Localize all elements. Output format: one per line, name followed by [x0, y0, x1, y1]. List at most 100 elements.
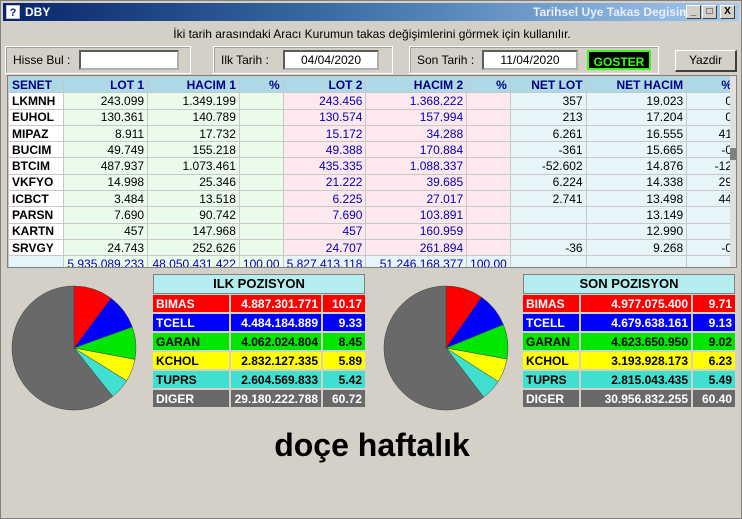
search-label: Hisse Bul :: [13, 53, 71, 67]
grid-cell: 7.690: [282, 206, 367, 224]
table-row[interactable]: LKMNH 243.099 1.349.199 243.456 1.368.222 357…: [8, 92, 736, 110]
table-row[interactable]: MIPAZ 8.911 17.732 15.172 34.288 6.261 16.555 4…: [8, 124, 736, 143]
title-bar[interactable]: ? DBY Tarihsel Uye Takas Degisimi _ □ X: [3, 3, 739, 21]
grid-header-cell[interactable]: SENET: [8, 76, 65, 94]
grid-cell: 90.742: [147, 206, 240, 224]
table-row[interactable]: VKFYO 14.998 25.346 21.222 39.685 6.224 14.338…: [8, 173, 736, 192]
position-symbol: BIMAS: [153, 295, 229, 312]
grid-cell: -0: [686, 141, 736, 159]
ilk-pozisyon-table: BIMAS 4.887.301.771 10.17 TCELL 4.484.184.88…: [151, 293, 367, 409]
grid-header-cell[interactable]: LOT 2: [282, 76, 367, 94]
position-value: 2.832.127.335: [231, 352, 321, 369]
grid-cell: [466, 238, 511, 257]
grid-cell: -12: [686, 157, 736, 175]
position-value: 2.604.569.833: [231, 371, 321, 388]
grid-cell: [509, 206, 587, 224]
total-cell: [686, 255, 736, 267]
print-button[interactable]: Yazdir: [675, 50, 737, 72]
grid-cell: [466, 222, 511, 240]
position-symbol: TCELL: [153, 314, 229, 331]
position-value: 4.887.301.771: [231, 295, 321, 312]
scrollbar-thumb[interactable]: [730, 148, 736, 160]
position-percent: 6.23: [693, 352, 735, 369]
grid-cell: -36: [509, 238, 587, 257]
start-date-field[interactable]: 04/04/2020: [283, 50, 379, 70]
position-row-diger: DIGER 30.956.832.255 60.40: [523, 390, 735, 407]
data-grid[interactable]: SENET LOT 1 HACIM 1% LOT 2 HACIM 2% NET LOT NE…: [7, 75, 737, 268]
grid-cell: 435.335: [282, 157, 367, 175]
grid-cell: [238, 157, 284, 175]
position-symbol: BIMAS: [523, 295, 579, 312]
position-percent: 8.45: [323, 333, 365, 350]
data-table: SENET LOT 1 HACIM 1% LOT 2 HACIM 2% NET LOT NE…: [8, 76, 736, 267]
grid-header-cell[interactable]: NET LOT: [509, 76, 587, 94]
grid-cell: [466, 173, 511, 192]
grid-header-cell[interactable]: HACIM 2: [365, 76, 468, 94]
position-percent: 9.13: [693, 314, 735, 331]
grid-cell: 17.732: [147, 124, 240, 143]
grid-cell: 6.261: [509, 124, 587, 143]
position-symbol: TUPRS: [153, 371, 229, 388]
grid-header-cell[interactable]: NET HACIM: [585, 76, 688, 94]
grid-cell: 21.222: [282, 173, 367, 192]
symbol-cell: ICBCT: [8, 190, 65, 208]
position-value: 29.180.222.788: [231, 390, 321, 407]
grid-cell: [466, 206, 511, 224]
app-icon[interactable]: ?: [6, 5, 20, 19]
grid-header-cell[interactable]: LOT 1: [63, 76, 149, 94]
total-cell: [585, 255, 688, 267]
ilk-pozisyon-pie: [11, 285, 137, 411]
table-row[interactable]: ICBCT 3.484 13.518 6.225 27.017 2.741 13.498 44: [8, 190, 736, 208]
grid-header-cell[interactable]: HACIM 1: [147, 76, 240, 94]
table-row[interactable]: BTCIM 487.937 1.073.461 435.335 1.088.337 -52…: [8, 157, 736, 175]
table-row[interactable]: BUCIM 49.749 155.218 49.388 170.884 -361 15.66…: [8, 141, 736, 159]
table-row[interactable]: PARSN 7.690 90.742 7.690 103.891 13.149: [8, 206, 736, 224]
grid-cell: 103.891: [365, 206, 468, 224]
position-row-garan: GARAN 4.062.024.804 8.45: [153, 333, 365, 350]
position-symbol: DIGER: [153, 390, 229, 407]
grid-cell: 29: [686, 173, 736, 192]
grid-cell: [238, 173, 284, 192]
grid-cell: -52.602: [509, 157, 587, 175]
position-value: 4.484.184.889: [231, 314, 321, 331]
close-button[interactable]: X: [720, 5, 735, 19]
grid-cell: 2.741: [509, 190, 587, 208]
grid-cell: 243.456: [282, 92, 367, 110]
position-value: 3.193.928.173: [581, 352, 691, 369]
table-row[interactable]: KARTN 457 147.968 457 160.959 12.990: [8, 222, 736, 240]
grid-cell: 9.268: [585, 238, 688, 257]
position-row-tcell: TCELL 4.679.638.161 9.13: [523, 314, 735, 331]
maximize-button[interactable]: □: [702, 5, 717, 19]
grid-cell: 213: [509, 108, 587, 126]
son-pozisyon-table: BIMAS 4.977.075.400 9.71 TCELL 4.679.638.161…: [521, 293, 737, 409]
grid-scrollbar[interactable]: [730, 76, 736, 267]
grid-cell: [686, 222, 736, 240]
grid-cell: 13.498: [585, 190, 688, 208]
grid-cell: 0: [686, 92, 736, 110]
grid-cell: 6.224: [509, 173, 587, 192]
grid-header-cell[interactable]: %: [238, 76, 284, 94]
grid-cell: [466, 108, 511, 126]
minimize-button[interactable]: _: [686, 5, 701, 19]
grid-cell: [238, 141, 284, 159]
symbol-cell: BUCIM: [8, 141, 65, 159]
position-row-tcell: TCELL 4.484.184.889 9.33: [153, 314, 365, 331]
position-symbol: GARAN: [523, 333, 579, 350]
grid-header-cell[interactable]: %: [686, 76, 736, 94]
grid-cell: 34.288: [365, 124, 468, 143]
totals-row: 5.935.089.233 48.050.431.422 100,00 5.827.4…: [8, 255, 736, 267]
table-row[interactable]: SRVGY 24.743 252.626 24.707 261.894 -36 9.268-…: [8, 238, 736, 257]
show-button[interactable]: GOSTER: [587, 50, 651, 70]
symbol-cell: PARSN: [8, 206, 65, 224]
symbol-cell: VKFYO: [8, 173, 65, 192]
position-row-bimas: BIMAS 4.887.301.771 10.17: [153, 295, 365, 312]
table-row[interactable]: EUHOL 130.361 140.789 130.574 157.994 213 17.2…: [8, 108, 736, 126]
grid-cell: [466, 190, 511, 208]
position-row-kchol: KCHOL 2.832.127.335 5.89: [153, 352, 365, 369]
grid-cell: 13.518: [147, 190, 240, 208]
position-percent: 5.89: [323, 352, 365, 369]
grid-header-cell[interactable]: %: [466, 76, 511, 94]
search-input[interactable]: [79, 50, 179, 70]
end-date-field[interactable]: 11/04/2020: [482, 50, 578, 70]
grid-cell: 15.665: [585, 141, 688, 159]
